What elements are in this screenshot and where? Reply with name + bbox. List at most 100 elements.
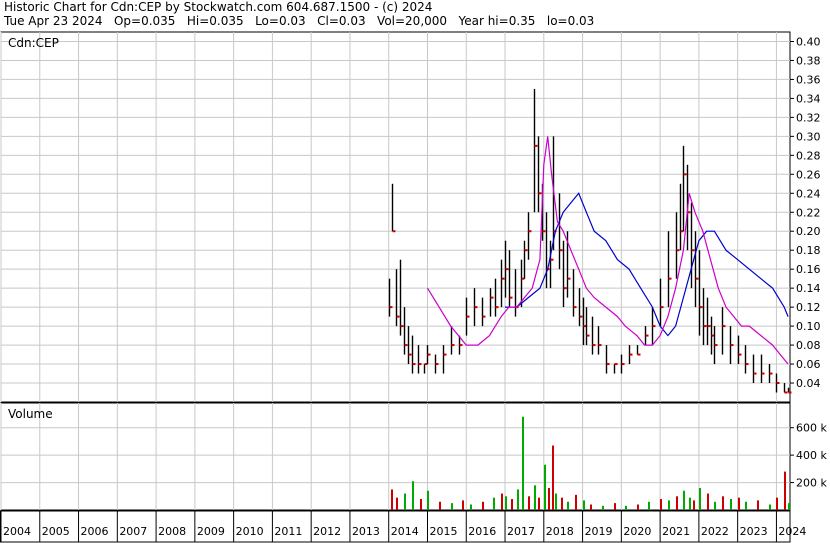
volume-bar xyxy=(730,499,732,510)
volume-bar xyxy=(538,497,540,510)
price-panel: 0.40 0.38 0.36 0.34 0.32 0.30 0.28 0.26 0.24 0.22… xyxy=(0,31,821,403)
volume-bar xyxy=(648,501,650,510)
price-tick-label: 0.08 xyxy=(796,339,821,352)
year-tick-label: 2017 xyxy=(507,525,535,538)
year-tick-label: 2014 xyxy=(391,525,419,538)
year-tick-label: 2019 xyxy=(585,525,613,538)
volume-bar xyxy=(501,493,503,510)
volume-bar xyxy=(714,501,716,510)
volume-axis-ticks: 600 k 400 k 200 k xyxy=(790,422,827,490)
price-tick-label: 0.18 xyxy=(796,244,821,257)
volume-bar xyxy=(614,503,616,510)
year-tick-label: 2023 xyxy=(740,525,768,538)
volume-bar xyxy=(396,497,398,510)
volume-bar xyxy=(548,488,550,510)
volume-bar xyxy=(757,500,759,510)
volume-bar xyxy=(707,493,709,510)
volume-bar xyxy=(668,500,670,510)
volume-bar xyxy=(745,501,747,510)
price-tick-label: 0.38 xyxy=(796,54,821,67)
volume-bar xyxy=(412,481,414,510)
price-panel-label: Cdn:CEP xyxy=(8,36,59,50)
volume-bar xyxy=(517,489,519,510)
price-tick-label: 0.14 xyxy=(796,282,821,295)
year-tick-label: 2010 xyxy=(236,525,264,538)
price-tick-label: 0.20 xyxy=(796,225,821,238)
volume-bar xyxy=(511,499,513,510)
year-tick-label: 2024 xyxy=(778,525,806,538)
year-tick-label: 2012 xyxy=(313,525,341,538)
volume-bar xyxy=(769,504,771,510)
volume-bar xyxy=(660,499,662,510)
price-axis-ticks: 0.40 0.38 0.36 0.34 0.32 0.30 0.28 0.26 0.24 0.22… xyxy=(790,35,821,390)
price-tick-label: 0.12 xyxy=(796,301,821,314)
volume-bar xyxy=(552,445,554,510)
volume-bar xyxy=(522,416,524,510)
year-tick-label: 2004 xyxy=(3,525,31,538)
price-tick-label: 0.24 xyxy=(796,187,821,200)
volume-bar xyxy=(738,497,740,510)
price-tick-label: 0.30 xyxy=(796,130,821,143)
price-tick-label: 0.06 xyxy=(796,358,821,371)
price-tick-label: 0.36 xyxy=(796,73,821,86)
volume-bar xyxy=(776,497,778,510)
volume-panel: 600 k 400 k 200 k Volume xyxy=(0,402,827,511)
volume-panel-label: Volume xyxy=(8,407,53,421)
volume-bar xyxy=(534,485,536,510)
volume-bar xyxy=(699,488,701,510)
volume-bar xyxy=(676,496,678,510)
volume-bar xyxy=(462,500,464,510)
volume-bar xyxy=(625,505,627,510)
volume-bar xyxy=(470,504,472,510)
volume-bar xyxy=(722,496,724,510)
volume-bar xyxy=(561,497,563,510)
year-tick-label: 2013 xyxy=(352,525,380,538)
volume-bar xyxy=(420,499,422,510)
year-tick-label: 2020 xyxy=(623,525,651,538)
year-tick-label: 2018 xyxy=(546,525,574,538)
year-tick-label: 2006 xyxy=(81,525,109,538)
year-tick-label: 2008 xyxy=(158,525,186,538)
volume-bar xyxy=(427,490,429,510)
price-tick-label: 0.32 xyxy=(796,111,821,124)
volume-bar xyxy=(637,504,639,510)
volume-bar xyxy=(784,471,786,510)
price-panel-frame xyxy=(0,31,791,403)
price-tick-label: 0.34 xyxy=(796,92,821,105)
volume-bar xyxy=(575,494,577,510)
volume-tick-label: 200 k xyxy=(796,477,827,490)
volume-bar xyxy=(391,489,393,510)
year-axis: 2004 2005 2006 2007 2008 2009 2010 2011 2012 2013… xyxy=(0,510,806,543)
year-tick-label: 2009 xyxy=(197,525,225,538)
volume-bar xyxy=(451,503,453,510)
year-tick-label: 2015 xyxy=(429,525,457,538)
volume-tick-label: 400 k xyxy=(796,449,827,462)
volume-bar xyxy=(439,501,441,510)
price-tick-label: 0.28 xyxy=(796,149,821,162)
volume-bar xyxy=(493,497,495,510)
volume-bar xyxy=(590,504,592,510)
price-tick-label: 0.10 xyxy=(796,320,821,333)
volume-bar xyxy=(404,493,406,510)
volume-bar xyxy=(602,505,604,510)
year-tick-label: 2016 xyxy=(468,525,496,538)
volume-tick-label: 600 k xyxy=(796,422,827,435)
year-tick-label: 2021 xyxy=(662,525,690,538)
year-tick-label: 2011 xyxy=(274,525,302,538)
volume-bar xyxy=(555,493,557,510)
volume-bar xyxy=(788,503,790,510)
price-tick-label: 0.22 xyxy=(796,206,821,219)
price-tick-label: 0.04 xyxy=(796,377,821,390)
volume-bar xyxy=(583,500,585,510)
volume-panel-frame xyxy=(0,402,791,511)
year-tick-label: 2005 xyxy=(42,525,70,538)
volume-bar xyxy=(567,501,569,510)
volume-bar xyxy=(505,496,507,510)
volume-bar xyxy=(689,497,691,510)
year-tick-label: 2007 xyxy=(119,525,147,538)
volume-bar xyxy=(693,500,695,510)
chart-canvas: 0.40 0.38 0.36 0.34 0.32 0.30 0.28 0.26 0.24 0.22… xyxy=(0,31,827,543)
volume-bar xyxy=(528,496,530,510)
year-tick-label: 2022 xyxy=(701,525,729,538)
volume-bar xyxy=(482,501,484,510)
